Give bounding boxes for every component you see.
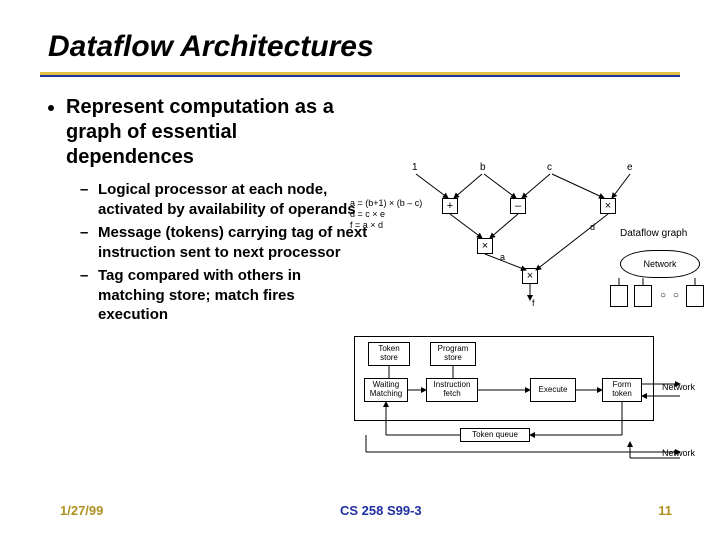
footer-page-number: 11 bbox=[658, 503, 672, 518]
main-bullet-text: Represent computation as a graph of esse… bbox=[66, 95, 368, 170]
dash-icon: – bbox=[80, 180, 90, 200]
footer-date: 1/27/99 bbox=[60, 503, 103, 518]
dash-icon: – bbox=[80, 266, 90, 286]
footer-course: CS 258 S99-3 bbox=[340, 503, 422, 518]
pipeline-diagram: Token store Program store Waiting Matchi… bbox=[350, 332, 705, 462]
network-label: Network bbox=[662, 448, 695, 458]
sub-bullet-text: Message (tokens) carrying tag of next in… bbox=[98, 223, 368, 262]
network-label: Network bbox=[662, 382, 695, 392]
slide-footer: 1/27/99 CS 258 S99-3 11 bbox=[0, 503, 720, 518]
bullet-icon bbox=[48, 105, 54, 111]
sub-bullet-text: Logical processor at each node, activate… bbox=[98, 180, 368, 219]
dash-icon: – bbox=[80, 223, 90, 243]
text-column: Represent computation as a graph of esse… bbox=[48, 95, 368, 329]
sub-bullet-text: Tag compared with others in matching sto… bbox=[98, 266, 368, 325]
page-title: Dataflow Architectures bbox=[48, 30, 720, 64]
